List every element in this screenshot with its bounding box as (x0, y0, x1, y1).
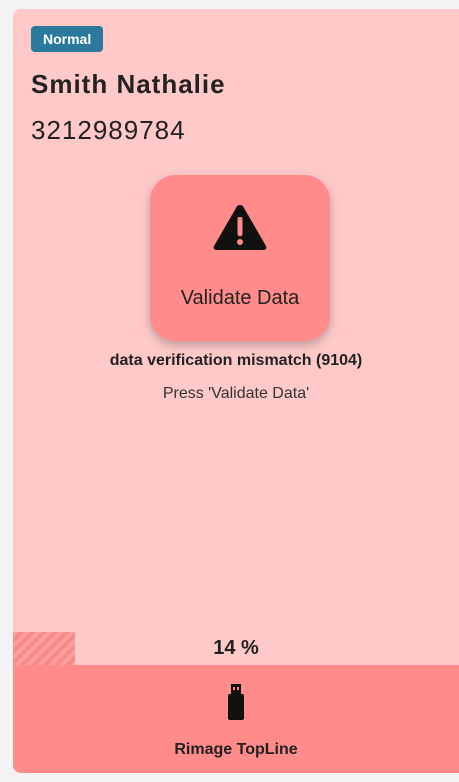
instruction-text: Press 'Validate Data' (162, 385, 310, 402)
usb-drive-icon (228, 684, 244, 720)
priority-badge: Normal (31, 26, 104, 52)
job-id: 3212989784 (31, 115, 186, 145)
progress-percent: 14 % (213, 637, 259, 659)
job-name: Smith Nathalie (31, 69, 226, 99)
error-message: data verification mismatch (9104) (109, 352, 363, 369)
job-card: Normal Smith Nathalie 3212989784 Validat… (13, 9, 459, 773)
device-name: Rimage TopLine (174, 741, 298, 758)
warning-icon (213, 205, 267, 250)
device-bar: Rimage TopLine (13, 665, 459, 773)
validate-data-label: Validate Data (180, 287, 300, 309)
validate-data-button[interactable]: Validate Data (150, 175, 330, 341)
